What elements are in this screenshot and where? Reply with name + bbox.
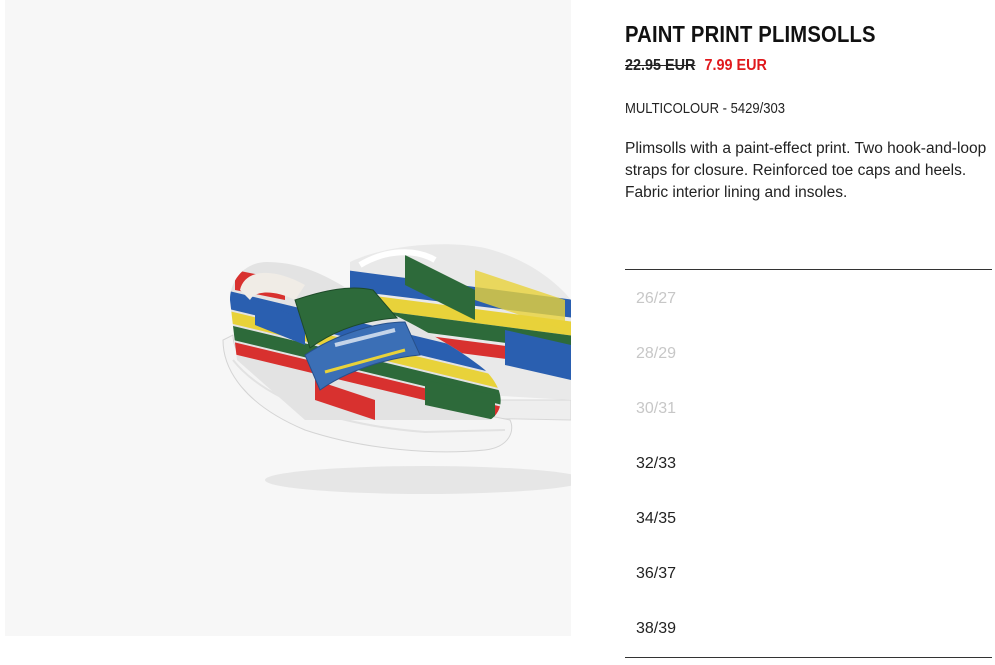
size-option[interactable]: 32/33 bbox=[625, 436, 992, 491]
sale-price: 7.99 EUR bbox=[704, 57, 767, 74]
size-option: 30/31 bbox=[636, 399, 677, 417]
size-option[interactable]: 38/39 bbox=[625, 601, 992, 656]
colour-reference: MULTICOLOUR - 5429/303 bbox=[625, 101, 786, 117]
size-option[interactable]: 36/37 bbox=[625, 546, 992, 601]
size-list: 26/27 28/29 30/31 32/33 34/35 36/37 38/3… bbox=[625, 269, 992, 658]
product-image bbox=[5, 0, 571, 636]
size-option: 26/27 bbox=[636, 289, 677, 307]
original-price: 22.95 EUR bbox=[625, 57, 696, 74]
product-title: PAINT PRINT PLIMSOLLS bbox=[625, 21, 876, 47]
size-option[interactable]: 34/35 bbox=[625, 491, 992, 546]
plimsolls-photo bbox=[222, 244, 571, 494]
size-option: 28/29 bbox=[636, 344, 677, 362]
product-description: Plimsolls with a paint-effect print. Two… bbox=[625, 140, 987, 201]
price-row: 22.95 EUR 7.99 EUR bbox=[625, 57, 767, 75]
